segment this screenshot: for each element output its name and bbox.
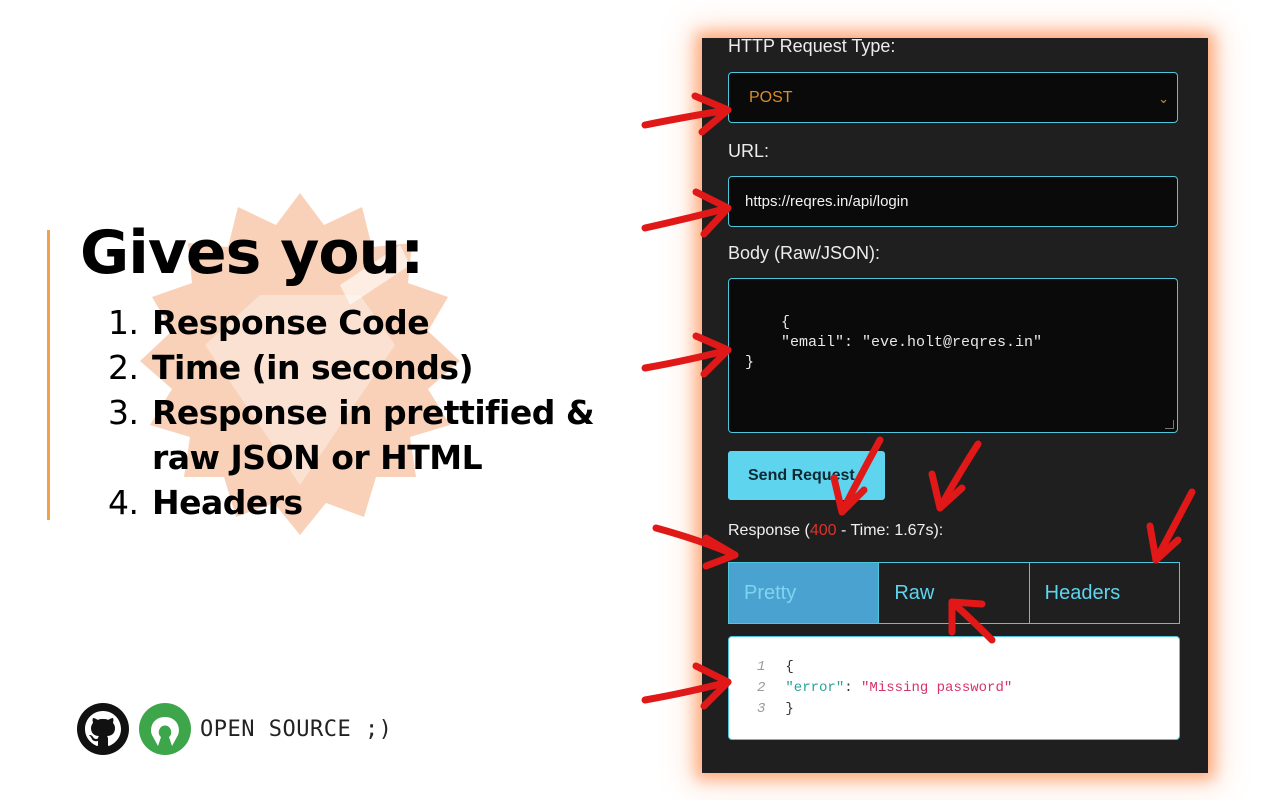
- request-type-select[interactable]: POST ⌄: [728, 72, 1178, 123]
- http-client-panel: HTTP Request Type: POST ⌄ URL: https://r…: [702, 36, 1208, 773]
- body-textarea[interactable]: { "email": "eve.holt@reqres.in" }: [728, 278, 1178, 433]
- tab-pretty[interactable]: Pretty: [728, 562, 880, 624]
- json-key: "error": [785, 680, 845, 696]
- line-number: 2: [757, 680, 766, 696]
- feature-text: raw JSON or HTML: [152, 438, 483, 477]
- feature-number: [108, 435, 152, 480]
- feature-item: 3. Response in prettified &: [108, 390, 595, 435]
- feature-item: 1. Response Code: [108, 300, 594, 345]
- json-separator: :: [844, 680, 862, 696]
- feature-text: Headers: [152, 483, 303, 522]
- url-label: URL:: [728, 141, 770, 161]
- feature-item: 2. Time (in seconds): [108, 345, 594, 390]
- line-text: {: [785, 659, 794, 675]
- open-source-label: OPEN SOURCE ;): [200, 716, 393, 742]
- line-text: }: [785, 701, 794, 717]
- response-suffix: - Time: 1.67s):: [836, 522, 944, 539]
- status-code: 400: [809, 522, 837, 539]
- feature-text: Response Code: [152, 303, 430, 342]
- feature-item: raw JSON or HTML: [108, 435, 594, 480]
- headline: Gives you:: [80, 218, 424, 288]
- footer: OPEN SOURCE ;): [76, 702, 392, 756]
- send-request-button[interactable]: Send Request: [728, 451, 885, 500]
- feature-number: 3.: [108, 393, 139, 432]
- open-source-icon: [139, 703, 191, 755]
- response-tabs: Pretty Raw Headers: [728, 562, 1180, 624]
- request-type-label: HTTP Request Type:: [728, 36, 896, 56]
- feature-number: 2.: [108, 348, 139, 387]
- line-number: 3: [757, 701, 766, 717]
- github-icon: [77, 703, 129, 755]
- tab-headers[interactable]: Headers: [1029, 562, 1180, 624]
- feature-text: Time (in seconds): [152, 348, 474, 387]
- feature-number: 1.: [108, 303, 139, 342]
- body-value: { "email": "eve.holt@reqres.in" }: [745, 314, 1043, 371]
- output-line: 1 {: [757, 657, 1179, 678]
- line-number: 1: [757, 659, 766, 675]
- output-line: 3 }: [757, 699, 1179, 720]
- url-value: https://reqres.in/api/login: [745, 193, 909, 210]
- response-summary: Response (400 - Time: 1.67s):: [728, 522, 943, 540]
- accent-bar: [47, 230, 50, 520]
- resize-handle-icon[interactable]: [1165, 420, 1174, 429]
- request-type-value: POST: [749, 88, 793, 106]
- tab-raw[interactable]: Raw: [879, 562, 1030, 624]
- chevron-down-icon: ⌄: [1158, 91, 1169, 106]
- body-label: Body (Raw/JSON):: [728, 243, 881, 263]
- url-input[interactable]: https://reqres.in/api/login: [728, 176, 1178, 227]
- json-value: "Missing password": [861, 680, 1013, 696]
- response-prefix: Response (: [728, 522, 810, 539]
- feature-item: 4. Headers: [108, 480, 594, 525]
- output-line: 2 "error": "Missing password": [757, 678, 1179, 699]
- response-output: 1 { 2 "error": "Missing password" 3 }: [728, 636, 1180, 740]
- feature-list: 1. Response Code 2. Time (in seconds) 3.…: [108, 300, 595, 525]
- feature-number: 4.: [108, 483, 139, 522]
- feature-text: Response in prettified &: [152, 393, 595, 432]
